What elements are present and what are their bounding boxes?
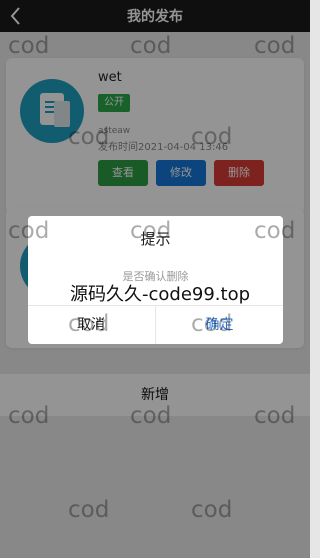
watermark-text: cod xyxy=(254,33,296,59)
watermark-text: cod xyxy=(68,311,110,337)
watermark-text: cod xyxy=(8,218,50,244)
watermark-text: cod xyxy=(68,124,110,150)
watermark-text: cod xyxy=(191,497,233,523)
watermark-text: cod xyxy=(130,403,172,429)
watermark-text: cod xyxy=(254,403,296,429)
watermark-text: cod xyxy=(191,311,233,337)
watermark-text: cod xyxy=(68,497,110,523)
watermark-banner: 源码久久-code99.top xyxy=(70,284,251,305)
watermark-text: cod xyxy=(130,218,172,244)
watermark-text: cod xyxy=(8,403,50,429)
watermark-text: cod xyxy=(8,33,50,59)
watermark-text: cod xyxy=(254,218,296,244)
watermark-text: cod xyxy=(130,33,172,59)
watermark-text: cod xyxy=(191,124,233,150)
